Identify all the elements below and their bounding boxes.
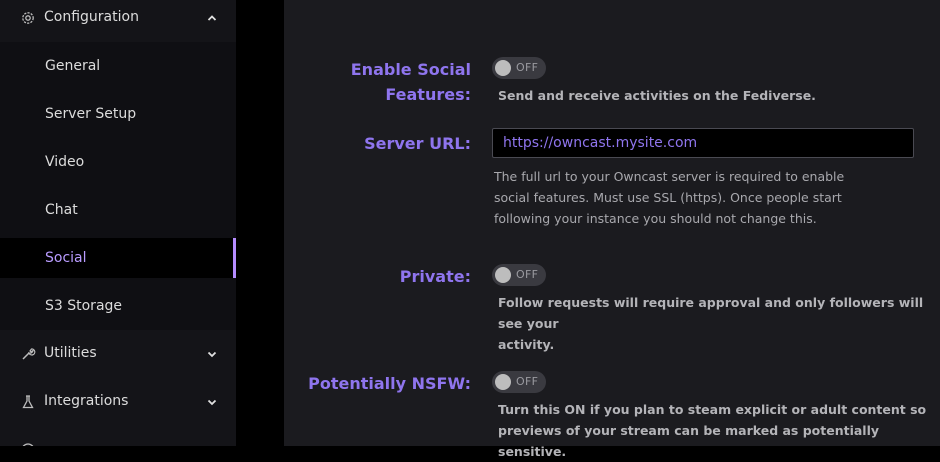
server-url-help-line1: The full url to your Owncast server is r… bbox=[494, 169, 845, 184]
flask-icon bbox=[22, 395, 34, 409]
nsfw-help-line1: Turn this ON if you plan to steam explic… bbox=[498, 402, 927, 417]
private-help-line1: Follow requests will require approval an… bbox=[498, 295, 924, 331]
sidebar-item-general[interactable]: General bbox=[0, 46, 236, 86]
nsfw-help: Turn this ON if you plan to steam explic… bbox=[498, 399, 940, 462]
toggle-state: OFF bbox=[516, 268, 539, 281]
sidebar-item-label: Video bbox=[45, 154, 85, 170]
enable-social-label: Enable Social Features: bbox=[351, 57, 471, 107]
configuration-submenu: General Server Setup Video Chat Social S… bbox=[0, 42, 236, 330]
nav-utilities-label: Utilities bbox=[44, 345, 97, 361]
sidebar-item-label: Server Setup bbox=[45, 106, 137, 122]
nsfw-label: Potentially NSFW: bbox=[308, 374, 471, 393]
private-label: Private: bbox=[399, 267, 471, 286]
server-url-input[interactable] bbox=[492, 128, 914, 158]
sidebar-item-label: S3 Storage bbox=[45, 298, 123, 314]
nav-configuration[interactable]: Configuration bbox=[0, 0, 236, 38]
sidebar-item-video[interactable]: Video bbox=[0, 142, 236, 182]
nav-configuration-label: Configuration bbox=[44, 9, 139, 25]
private-help: Follow requests will require approval an… bbox=[498, 292, 940, 355]
private-toggle[interactable]: OFF bbox=[492, 264, 546, 286]
toggle-state: OFF bbox=[516, 375, 539, 388]
server-url-label: Server URL: bbox=[364, 134, 471, 153]
nsfw-toggle[interactable]: OFF bbox=[492, 371, 546, 393]
sidebar-item-chat[interactable]: Chat bbox=[0, 190, 236, 230]
sidebar-item-social[interactable]: Social bbox=[0, 238, 236, 278]
gear-icon bbox=[22, 12, 34, 24]
nav-help-partial[interactable] bbox=[0, 430, 236, 446]
sidebar-item-label: Social bbox=[45, 250, 87, 266]
sidebar-item-s3-storage[interactable]: S3 Storage bbox=[0, 286, 236, 326]
server-url-help-line3: following your instance you should not c… bbox=[494, 211, 817, 226]
chevron-down-icon bbox=[207, 351, 217, 358]
chevron-up-icon bbox=[207, 15, 217, 21]
enable-social-toggle[interactable]: OFF bbox=[492, 57, 546, 79]
toggle-state: OFF bbox=[516, 61, 539, 74]
private-help-line2: activity. bbox=[498, 337, 555, 352]
sidebar-item-server-setup[interactable]: Server Setup bbox=[0, 94, 236, 134]
toggle-knob bbox=[495, 60, 511, 76]
server-url-help: The full url to your Owncast server is r… bbox=[494, 166, 844, 229]
enable-social-label-line2: Features: bbox=[385, 85, 471, 104]
sidebar: Configuration General Server Setup Video… bbox=[0, 0, 236, 446]
nav-integrations[interactable]: Integrations bbox=[0, 382, 236, 422]
nav-integrations-label: Integrations bbox=[44, 393, 129, 409]
toggle-knob bbox=[495, 374, 511, 390]
server-url-help-line2: social features. Must use SSL (https). O… bbox=[494, 190, 842, 205]
enable-social-label-line1: Enable Social bbox=[350, 60, 471, 79]
wrench-icon bbox=[22, 348, 36, 360]
sidebar-item-label: General bbox=[45, 58, 101, 74]
enable-social-help: Send and receive activities on the Fediv… bbox=[498, 88, 816, 103]
toggle-knob bbox=[495, 267, 511, 283]
nsfw-help-line2: previews of your stream can be marked as… bbox=[498, 423, 880, 459]
nav-utilities[interactable]: Utilities bbox=[0, 334, 236, 374]
sidebar-gutter bbox=[236, 0, 284, 446]
help-icon bbox=[22, 443, 34, 446]
chevron-down-icon bbox=[207, 399, 217, 406]
sidebar-item-label: Chat bbox=[45, 202, 78, 218]
